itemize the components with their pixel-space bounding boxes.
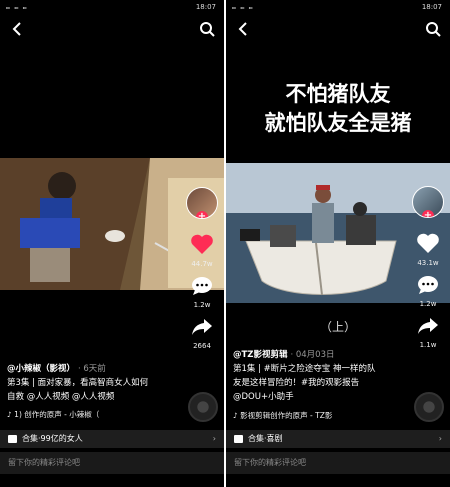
caption-line: 第1集 | #断片之险途夺宝 神一样的队	[233, 364, 376, 374]
author-name[interactable]: @小辣椒（影视） · 6天前	[7, 362, 106, 374]
like-count: 44.7w	[191, 260, 213, 268]
signal-icon: ⫭ ⫭ ⫭	[232, 3, 254, 11]
comment-count: 1.2w	[193, 301, 211, 309]
collection-icon	[8, 435, 17, 443]
collection-label: 合集·喜剧	[248, 434, 283, 443]
left-phone-screen: ⫭ ⫭ ⫭ 18:07 + 44.7w 1.2w 2664 @小辣椒（影视） ·…	[0, 0, 224, 487]
caption-line: @DOU+小助手	[233, 392, 294, 402]
heart-icon	[191, 234, 213, 254]
caption-line: 第3集 | 面对家暴，看高智商女人如何	[7, 378, 149, 388]
comment-icon	[192, 277, 212, 295]
share-arrow-icon	[418, 318, 438, 334]
right-phone-screen: ⫭ ⫭ ⫭ 18:07 不怕猪队友 就怕队友全是猪 （上） + 43.1w 1.…	[226, 0, 450, 487]
post-time: · 6天前	[77, 364, 106, 374]
comment-input[interactable]: 留下你的精彩评论吧	[0, 452, 224, 474]
share-button[interactable]: 1.1w	[411, 316, 445, 349]
share-count: 2664	[193, 342, 211, 350]
music-label[interactable]: ♪ 1) 创作的原声 - 小辣椒（	[7, 409, 99, 420]
status-time: 18:07	[195, 3, 216, 11]
back-arrow-icon	[12, 22, 21, 36]
caption-line: 友是这样冒险的！#我的观影报告	[233, 378, 360, 388]
author-avatar[interactable]: +	[412, 186, 444, 218]
follow-plus-icon[interactable]: +	[422, 210, 434, 217]
music-label[interactable]: ♪ 影视剪辑创作的原声 - TZ影	[233, 410, 332, 421]
chevron-right-icon: ›	[212, 434, 216, 443]
search-button[interactable]	[422, 18, 444, 40]
status-time: 18:07	[421, 3, 442, 11]
music-disc-icon[interactable]	[188, 392, 218, 422]
video-caption: 第1集 | #断片之险途夺宝 神一样的队 友是这样冒险的！#我的观影报告 @DO…	[233, 362, 413, 404]
post-time: · 04月03日	[290, 350, 335, 360]
headline-line: 就怕队友全是猪	[264, 111, 412, 135]
comment-count: 1.2w	[419, 300, 437, 308]
like-button[interactable]: 43.1w	[411, 232, 445, 267]
video-caption: 第3集 | 面对家暴，看高智商女人如何 自救 @人人视频 @人人视频	[7, 376, 177, 404]
collection-bar[interactable]: 合集·99亿的女人 ›	[0, 430, 224, 448]
follow-plus-icon[interactable]: +	[196, 211, 208, 218]
signal-icon: ⫭ ⫭ ⫭	[6, 3, 28, 11]
chevron-right-icon: ›	[438, 434, 442, 443]
author-handle[interactable]: @TZ影视剪辑	[233, 350, 287, 360]
search-icon	[200, 22, 215, 37]
share-arrow-icon	[192, 319, 212, 335]
search-button[interactable]	[196, 18, 218, 40]
author-avatar[interactable]: +	[186, 187, 218, 219]
collection-icon	[234, 435, 243, 443]
share-button[interactable]: 2664	[185, 317, 219, 350]
status-bar: ⫭ ⫭ ⫭ 18:07	[0, 0, 224, 16]
heart-icon	[417, 233, 439, 253]
share-count: 1.1w	[419, 341, 437, 349]
search-icon	[426, 22, 441, 37]
status-bar: ⫭ ⫭ ⫭ 18:07	[226, 0, 450, 16]
video-headline: 不怕猪队友 就怕队友全是猪	[226, 80, 450, 138]
back-button[interactable]	[6, 18, 28, 40]
collection-label: 合集·99亿的女人	[22, 434, 83, 443]
like-count: 43.1w	[417, 259, 439, 267]
comment-button[interactable]: 1.2w	[185, 276, 219, 309]
caption-line: 自救 @人人视频 @人人视频	[7, 392, 115, 402]
comment-button[interactable]: 1.2w	[411, 275, 445, 308]
music-disc-icon[interactable]	[414, 392, 444, 422]
author-name[interactable]: @TZ影视剪辑 · 04月03日	[233, 348, 334, 360]
action-sidebar: + 43.1w 1.2w 1.1w	[411, 186, 445, 349]
collection-bar[interactable]: 合集·喜剧 ›	[226, 430, 450, 448]
headline-line: 不怕猪队友	[285, 82, 391, 106]
author-handle[interactable]: @小辣椒（影视）	[7, 364, 75, 374]
like-button[interactable]: 44.7w	[185, 233, 219, 268]
comment-icon	[418, 276, 438, 294]
back-arrow-icon	[238, 22, 247, 36]
back-button[interactable]	[232, 18, 254, 40]
action-sidebar: + 44.7w 1.2w 2664	[185, 187, 219, 350]
comment-input[interactable]: 留下你的精彩评论吧	[226, 452, 450, 474]
